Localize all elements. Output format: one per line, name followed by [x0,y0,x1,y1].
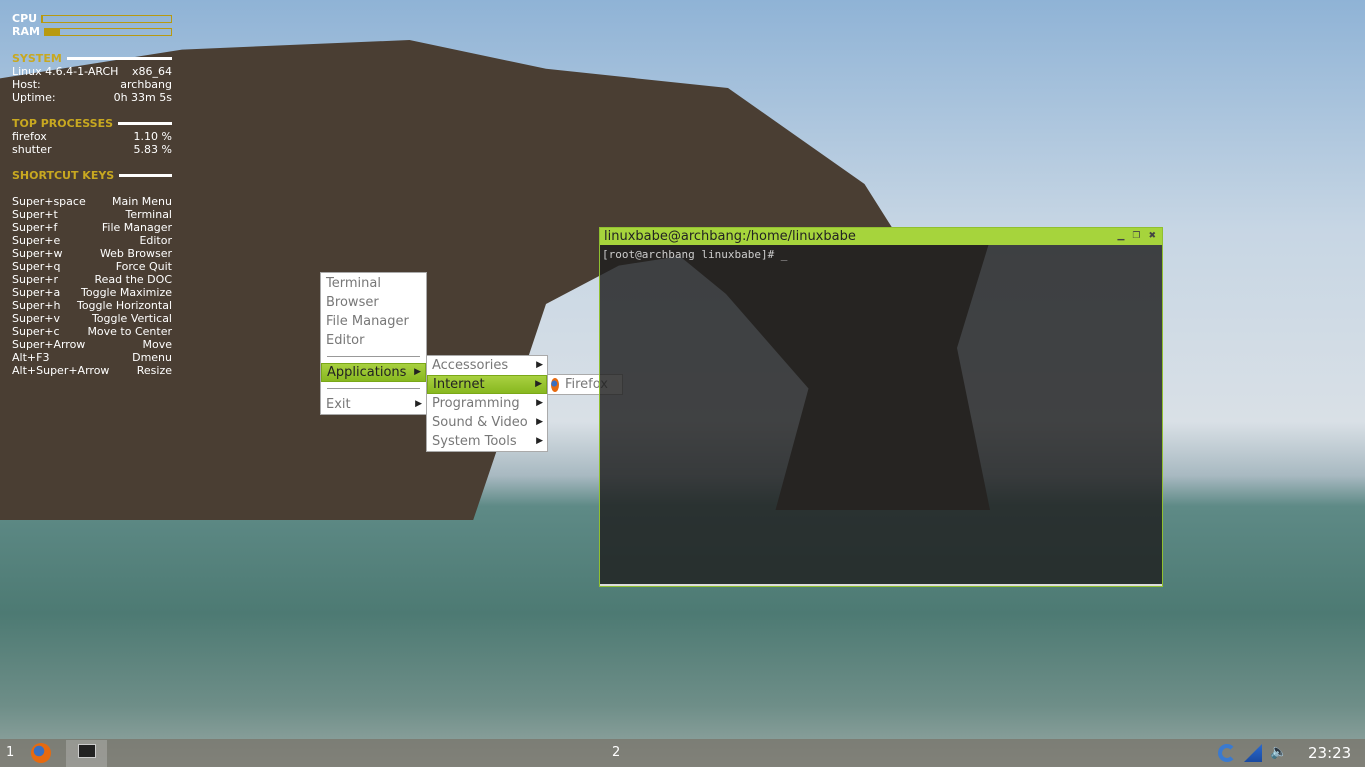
shortcut-row: Super+v Toggle Vertical [12,312,172,325]
host: archbang [120,78,172,91]
window-title: linuxbabe@archbang:/home/linuxbabe [604,229,856,244]
main-menu: Terminal Browser File Manager Editor App… [320,272,427,415]
network-manager-icon[interactable] [1218,744,1236,762]
menu-separator [327,356,420,357]
shortcuts-heading: SHORTCUT KEYS [12,169,172,182]
volume-icon[interactable]: 🔈 [1270,744,1287,760]
chevron-right-icon: ▶ [414,367,421,377]
applications-submenu: Accessories ▶ Internet ▶ Programming ▶ Soun… [426,355,548,452]
shortcut-row: Super+q Force Quit [12,260,172,273]
terminal-window[interactable]: linuxbabe@archbang:/home/linuxbabe ▁ ❐ ✖ [… [599,227,1163,587]
shortcut-row: Super+space Main Menu [12,195,172,208]
ram-bar [43,27,172,36]
wifi-signal-icon[interactable] [1244,744,1262,762]
conky-monitor: CPU RAM SYSTEM Linux 4.6.4-1-ARCH x86_64 … [12,12,172,377]
minimize-icon[interactable]: ▁ [1117,228,1124,245]
menu-item-editor[interactable]: Editor [321,331,426,350]
chevron-right-icon: ▶ [415,399,422,409]
shortcut-row: Super+f File Manager [12,221,172,234]
uptime: 0h 33m 5s [113,91,172,104]
shortcut-row: Super+Arrow Move [12,338,172,351]
chevron-right-icon: ▶ [536,398,543,408]
menu-item-exit[interactable]: Exit ▶ [321,395,426,414]
shortcut-row: Super+e Editor [12,234,172,247]
shortcut-row: Super+c Move to Center [12,325,172,338]
process-row: shutter 5.83 % [12,143,172,156]
shortcut-row: Super+w Web Browser [12,247,172,260]
menu-item-applications[interactable]: Applications ▶ [321,363,426,382]
firefox-icon [551,377,559,392]
host-label: Host: [12,78,41,91]
taskbar: 1 2 🔈 23:23 [0,739,1365,767]
firefox-icon[interactable] [31,743,51,763]
terminal-task-button[interactable] [66,740,107,767]
desktop-1[interactable]: 1 [6,745,14,760]
shortcut-row: Super+a Toggle Maximize [12,286,172,299]
clock: 23:23 [1308,744,1352,762]
uptime-label: Uptime: [12,91,56,104]
close-icon[interactable]: ✖ [1148,228,1156,245]
submenu-item-accessories[interactable]: Accessories ▶ [427,356,547,375]
system-heading: SYSTEM [12,52,172,65]
terminal-titlebar[interactable]: linuxbabe@archbang:/home/linuxbabe ▁ ❐ ✖ [600,228,1162,245]
processes-heading: TOP PROCESSES [12,117,172,130]
chevron-right-icon: ▶ [536,360,543,370]
kernel: Linux 4.6.4-1-ARCH [12,65,119,78]
menu-separator [327,388,420,389]
chevron-right-icon: ▶ [536,436,543,446]
monitor-icon [78,744,96,758]
process-row: firefox 1.10 % [12,130,172,143]
submenu-item-internet[interactable]: Internet ▶ [427,375,547,394]
shortcut-row: Super+t Terminal [12,208,172,221]
menu-item-browser[interactable]: Browser [321,293,426,312]
shortcut-row: Super+r Read the DOC [12,273,172,286]
submenu-item-programming[interactable]: Programming ▶ [427,394,547,413]
cpu-bar [41,14,172,23]
arch: x86_64 [131,65,172,78]
menu-item-terminal[interactable]: Terminal [321,274,426,293]
terminal-output[interactable]: [root@archbang linuxbabe]# _ [600,245,1162,264]
shortcut-row: Alt+F3 Dmenu [12,351,172,364]
chevron-right-icon: ▶ [536,417,543,427]
cpu-label: CPU [12,12,38,25]
ram-label: RAM [12,25,40,38]
submenu-item-system-tools[interactable]: System Tools ▶ [427,432,547,451]
shortcut-row: Alt+Super+Arrow Resize [12,364,172,377]
shortcut-row: Super+h Toggle Horizontal [12,299,172,312]
chevron-right-icon: ▶ [535,379,542,389]
menu-item-file-manager[interactable]: File Manager [321,312,426,331]
desktop-2[interactable]: 2 [612,745,620,760]
submenu-item-sound-video[interactable]: Sound & Video ▶ [427,413,547,432]
restore-icon[interactable]: ❐ [1132,228,1140,245]
